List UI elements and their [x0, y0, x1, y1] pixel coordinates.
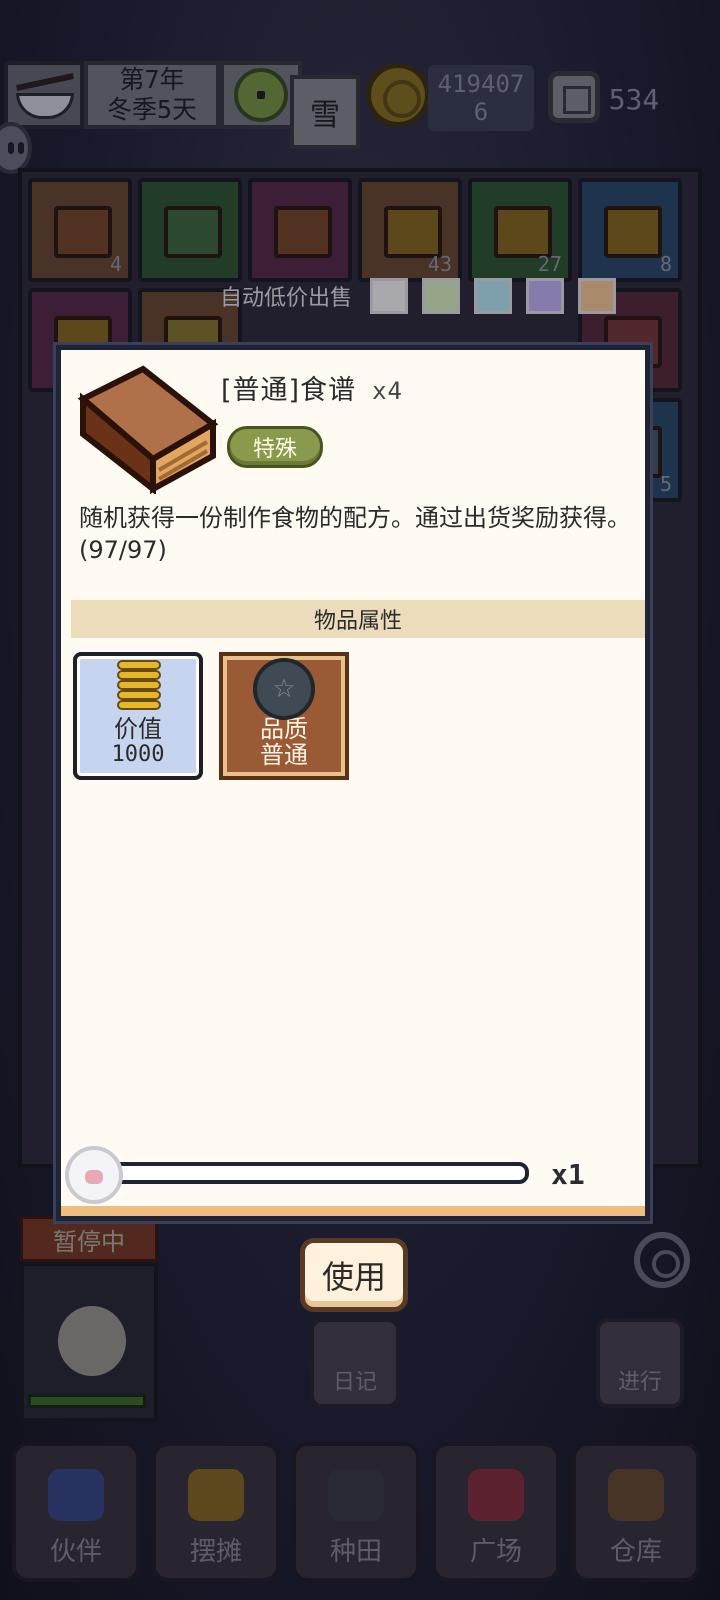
- coin-stack-icon: [117, 660, 161, 716]
- attributes-header: 物品属性: [71, 600, 645, 638]
- item-name: [普通]食谱: [221, 375, 357, 406]
- item-count: x4: [372, 377, 403, 405]
- item-detail-dialog: [普通]食谱 x4 特殊 随机获得一份制作食物的配方。通过出货奖励获得。(97/9…: [56, 345, 650, 1221]
- quality-attribute-card: ☆ 品质 普通: [219, 652, 349, 780]
- quality-value: 普通: [260, 741, 308, 769]
- quantity-slider-track[interactable]: [101, 1162, 529, 1184]
- item-description: 随机获得一份制作食物的配方。通过出货奖励获得。(97/97): [79, 504, 631, 564]
- use-button[interactable]: 使用: [300, 1238, 408, 1312]
- item-tag: 特殊: [227, 426, 323, 468]
- quantity-label: x1: [551, 1158, 585, 1191]
- star-badge-icon: ☆: [253, 658, 315, 720]
- value-label: 价值: [114, 715, 162, 743]
- value-attribute-card: 价值 1000: [73, 652, 203, 780]
- value-amount: 1000: [111, 742, 165, 767]
- item-title: [普通]食谱 x4: [221, 368, 403, 407]
- paw-slider-handle[interactable]: [65, 1146, 123, 1204]
- dialog-bottom-border: [61, 1206, 645, 1216]
- recipe-book-icon: [77, 365, 219, 494]
